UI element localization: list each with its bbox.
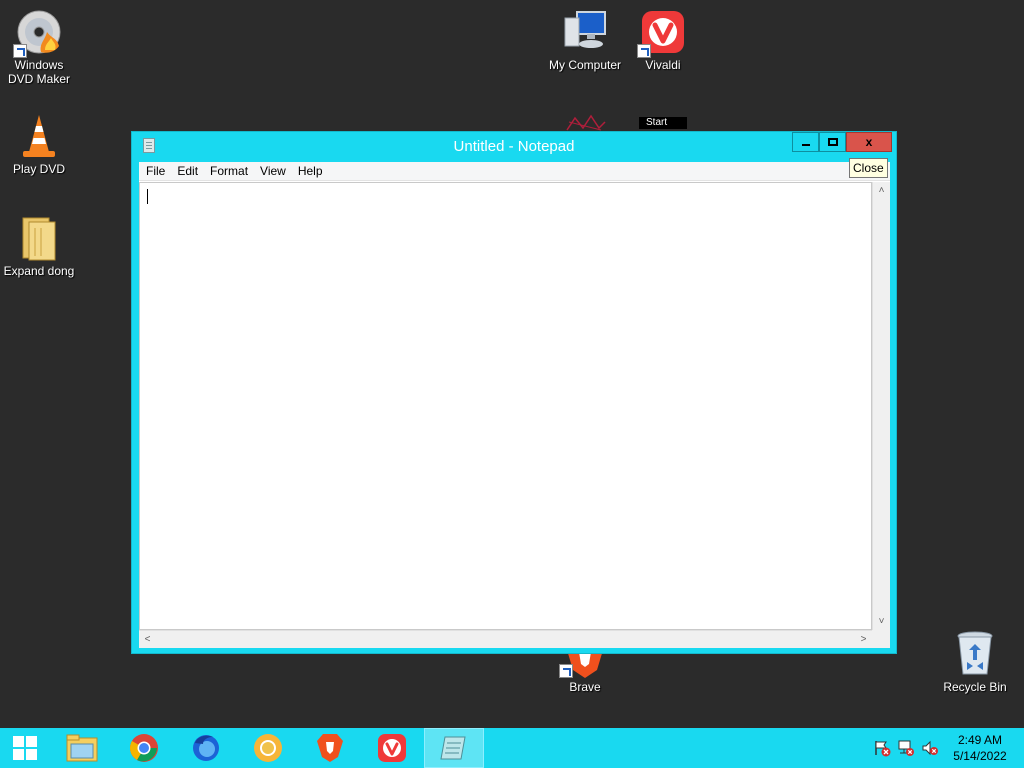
title-bar[interactable]: Untitled - Notepad x bbox=[132, 132, 896, 161]
scroll-right-icon[interactable]: > bbox=[855, 631, 872, 648]
taskbar-file-explorer[interactable] bbox=[52, 728, 112, 768]
vivaldi-icon bbox=[637, 8, 687, 58]
desktop-icon-label: Recycle Bin bbox=[943, 680, 1007, 694]
taskbar-notepad[interactable] bbox=[424, 728, 484, 768]
text-caret bbox=[147, 189, 148, 204]
desktop-icon-label: Vivaldi bbox=[645, 58, 681, 72]
start-button[interactable] bbox=[0, 728, 50, 768]
text-editor[interactable] bbox=[139, 182, 872, 630]
scroll-up-icon[interactable]: ˄ bbox=[873, 182, 890, 199]
menu-bar: File Edit Format View Help bbox=[139, 162, 890, 181]
notepad-client: File Edit Format View Help ˄ ˅ < > bbox=[139, 162, 890, 648]
vivaldi-icon bbox=[378, 734, 406, 762]
menu-help[interactable]: Help bbox=[292, 162, 329, 181]
folder-icon bbox=[15, 214, 63, 262]
minimize-button[interactable] bbox=[792, 132, 819, 152]
chrome-canary-icon bbox=[254, 734, 282, 762]
notepad-icon bbox=[440, 736, 466, 760]
start-tooltip: Start bbox=[639, 117, 687, 129]
window-title: Untitled - Notepad bbox=[453, 138, 575, 155]
close-tooltip: Close bbox=[849, 158, 888, 178]
desktop-icon-label: Brave bbox=[569, 680, 601, 694]
taskbar-firefox[interactable] bbox=[176, 728, 236, 768]
close-icon: x bbox=[865, 135, 873, 149]
recycle-bin-icon bbox=[951, 630, 999, 678]
taskbar-clock[interactable]: 2:49 AM 5/14/2022 bbox=[940, 732, 1020, 764]
shortcut-arrow-icon bbox=[637, 44, 651, 58]
desktop-icon-my-computer[interactable]: My Computer bbox=[540, 8, 630, 72]
vertical-scrollbar[interactable]: ˄ ˅ bbox=[872, 182, 890, 630]
shortcut-arrow-icon bbox=[13, 44, 27, 58]
horizontal-scrollbar[interactable]: < > bbox=[139, 630, 872, 648]
desktop-icon-label: Expand dong bbox=[3, 264, 75, 278]
taskbar-vivaldi[interactable] bbox=[362, 728, 422, 768]
chrome-icon bbox=[130, 734, 158, 762]
desktop-icon-label: Play DVD bbox=[12, 162, 65, 176]
dvd-maker-icon bbox=[13, 8, 63, 58]
maximize-icon bbox=[827, 138, 838, 146]
desktop-icon-windows-dvd-maker[interactable]: Windows DVD Maker bbox=[0, 8, 84, 86]
desktop-icon-label: DVD Maker bbox=[7, 72, 70, 86]
folder-icon bbox=[66, 734, 98, 762]
volume-muted-icon[interactable] bbox=[921, 739, 939, 757]
computer-icon bbox=[561, 8, 609, 56]
clock-time: 2:49 AM bbox=[957, 733, 1003, 747]
menu-file[interactable]: File bbox=[140, 162, 171, 181]
network-icon[interactable] bbox=[897, 739, 915, 757]
scroll-left-icon[interactable]: < bbox=[139, 631, 156, 648]
brave-icon bbox=[317, 734, 343, 762]
system-tray bbox=[873, 728, 939, 768]
menu-view[interactable]: View bbox=[254, 162, 292, 181]
taskbar: 2:49 AM 5/14/2022 bbox=[0, 728, 1024, 768]
notepad-window[interactable]: Untitled - Notepad x File Edit Format Vi… bbox=[131, 131, 897, 654]
desktop-icon-label: My Computer bbox=[548, 58, 622, 72]
action-center-flag-icon[interactable] bbox=[873, 739, 891, 757]
desktop-icon-play-dvd[interactable]: Play DVD bbox=[0, 112, 84, 176]
taskbar-chrome[interactable] bbox=[114, 728, 174, 768]
firefox-icon bbox=[193, 735, 219, 761]
maximize-button[interactable] bbox=[819, 132, 846, 152]
scroll-down-icon[interactable]: ˅ bbox=[873, 613, 890, 630]
size-grip[interactable] bbox=[872, 630, 890, 648]
clock-date: 5/14/2022 bbox=[953, 749, 1007, 763]
desktop-icon-vivaldi[interactable]: Vivaldi bbox=[618, 8, 708, 72]
desktop-icon-recycle-bin[interactable]: Recycle Bin bbox=[930, 630, 1020, 694]
minimize-icon bbox=[801, 144, 810, 146]
menu-edit[interactable]: Edit bbox=[171, 162, 204, 181]
shortcut-arrow-icon bbox=[559, 664, 573, 678]
menu-format[interactable]: Format bbox=[204, 162, 254, 181]
taskbar-chrome-canary[interactable] bbox=[238, 728, 298, 768]
taskbar-brave[interactable] bbox=[300, 728, 360, 768]
hidden-desktop-icon bbox=[563, 112, 607, 132]
desktop-icon-expand-dong[interactable]: Expand dong bbox=[0, 214, 84, 278]
desktop-icon-label: Windows bbox=[14, 58, 64, 72]
windows-logo-icon bbox=[13, 736, 37, 760]
vlc-cone-icon bbox=[15, 112, 63, 160]
close-button[interactable]: x bbox=[846, 132, 892, 152]
